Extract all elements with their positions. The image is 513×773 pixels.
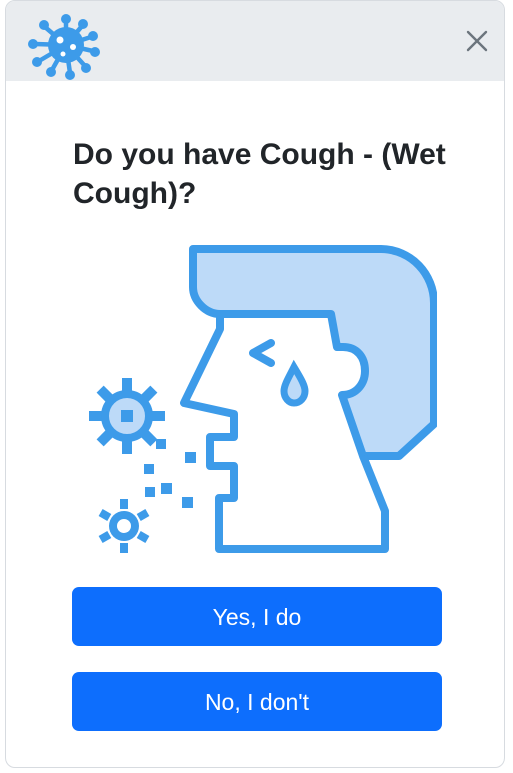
question-title: Do you have Cough - (Wet Cough)?	[73, 138, 446, 210]
close-icon[interactable]	[464, 28, 490, 54]
yes-button[interactable]: Yes, I do	[72, 587, 442, 646]
virus-icon	[28, 14, 100, 80]
coughing-head-icon	[89, 245, 437, 553]
dialog-header	[6, 1, 504, 81]
no-button[interactable]: No, I don't	[72, 672, 442, 731]
symptom-dialog: Do you have Cough - (Wet Cough)? Yes, I …	[5, 0, 505, 768]
